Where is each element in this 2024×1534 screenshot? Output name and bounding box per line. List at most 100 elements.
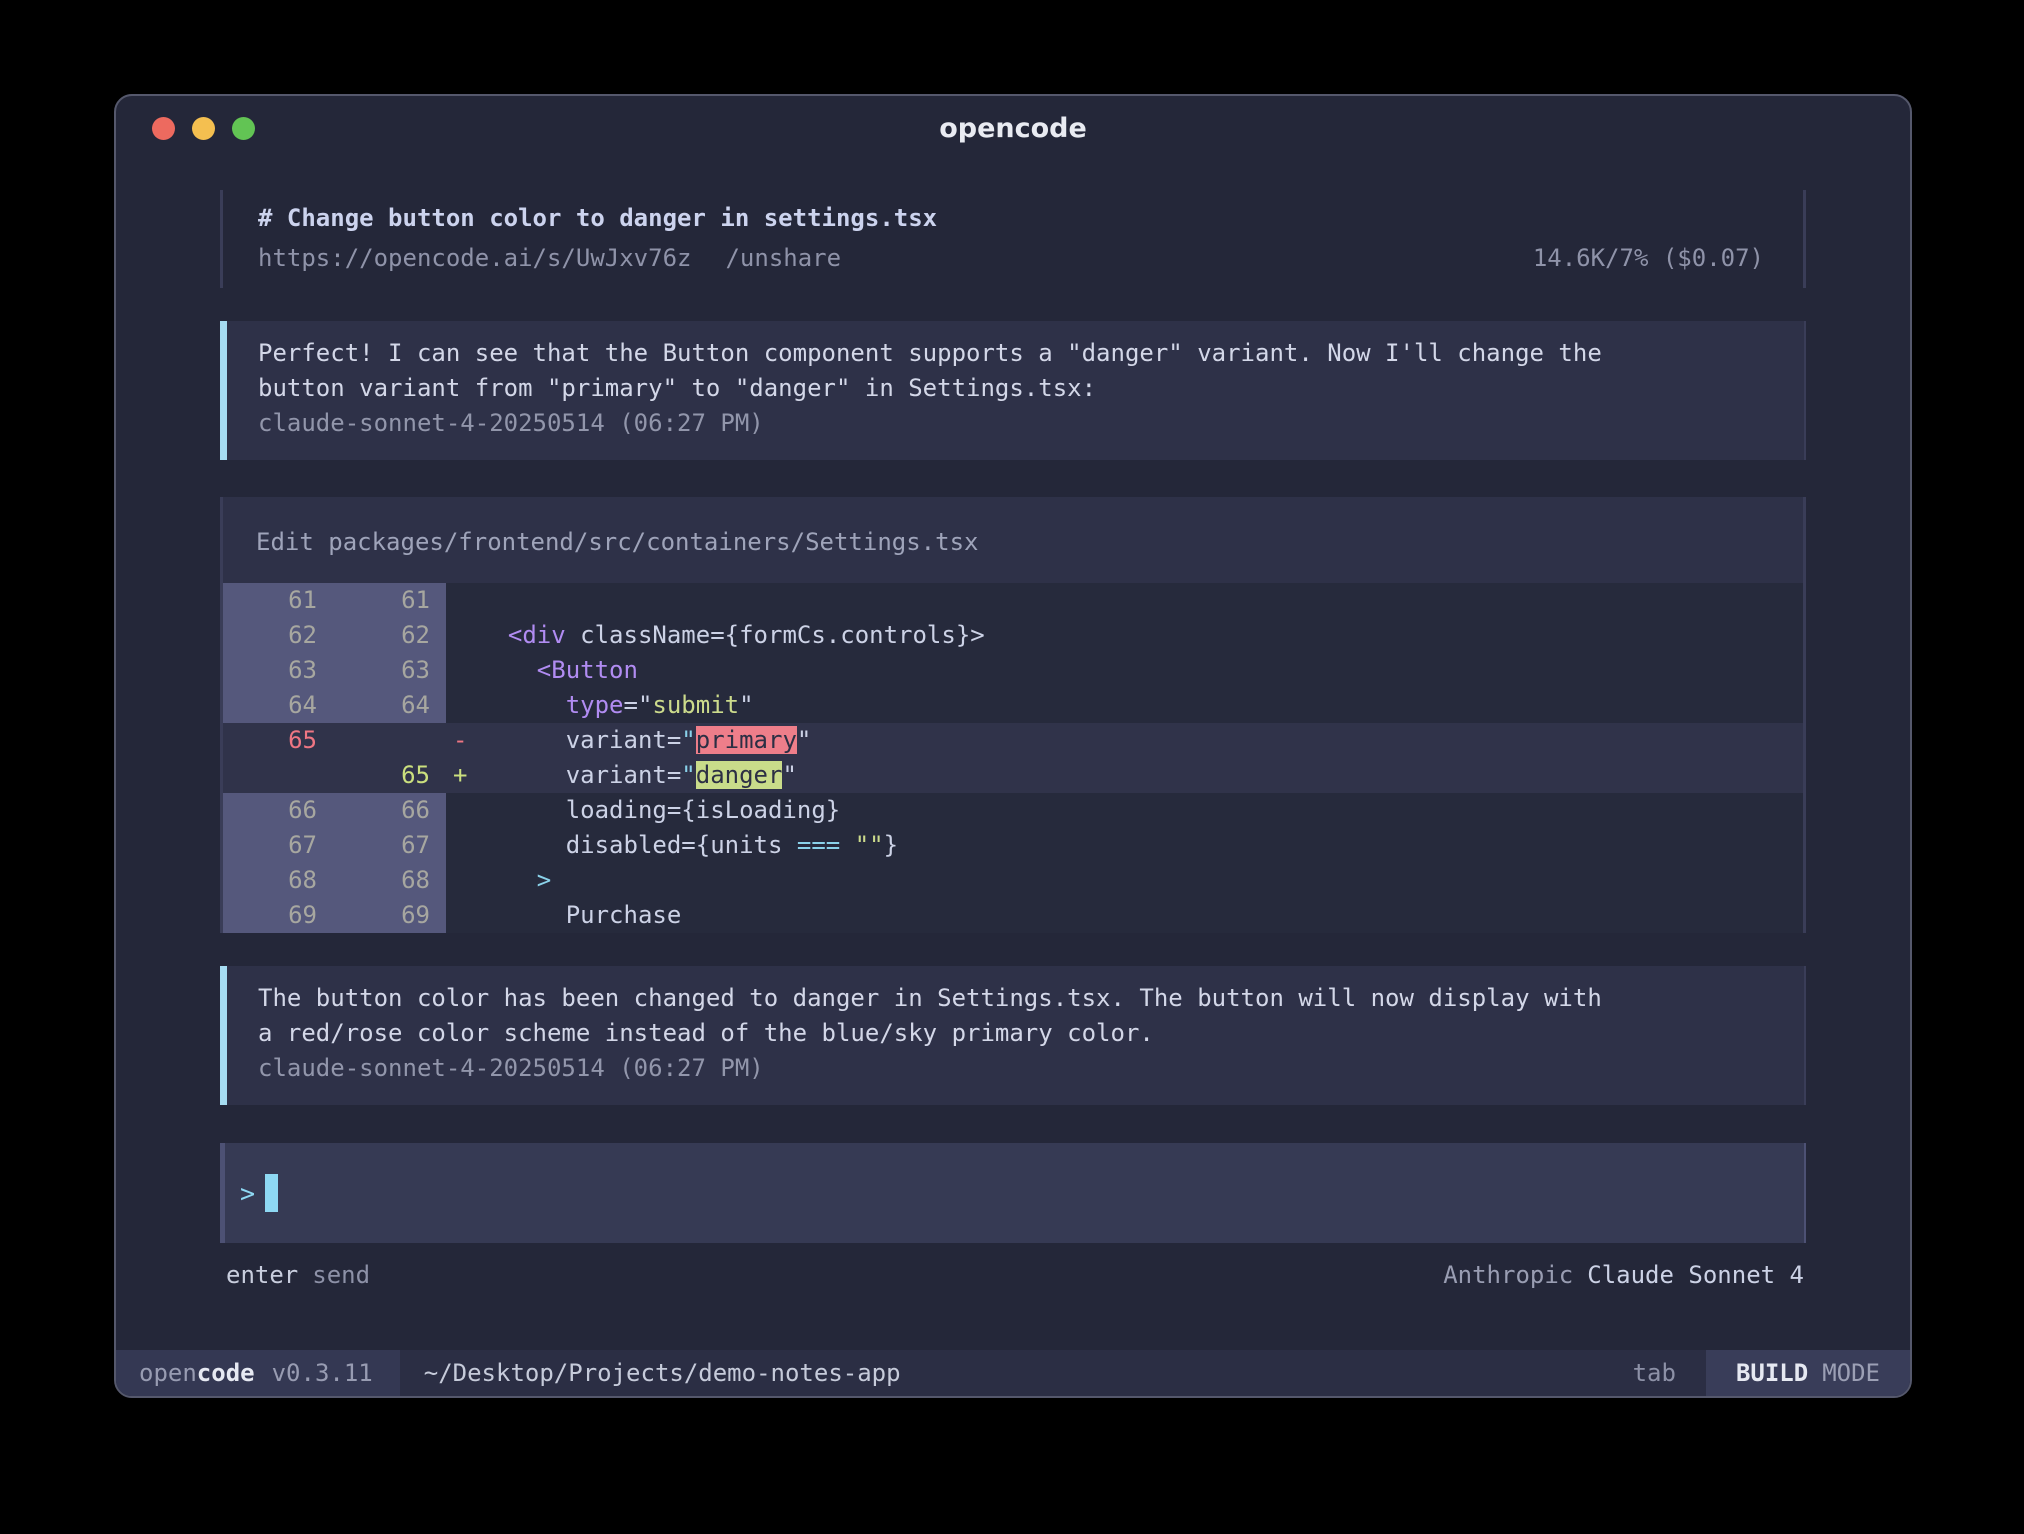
old-line-number: 68	[223, 863, 317, 898]
code-token: primary	[696, 726, 797, 754]
diff-marker	[446, 898, 479, 933]
window-titlebar: opencode	[116, 96, 1910, 158]
diff-row: 6868 >	[223, 863, 1803, 898]
context-usage-meta: 14.6K/7% ($0.07)	[1533, 238, 1764, 278]
assistant-message-text: Perfect! I can see that the Button compo…	[258, 336, 1774, 406]
line-number-gutter: 6161	[223, 583, 446, 618]
diff-row: 6464 type="submit"	[223, 688, 1803, 723]
code-line	[479, 583, 1803, 618]
app-name-light: open	[139, 1359, 197, 1387]
mode-name: BUILD	[1736, 1359, 1808, 1387]
diff-row: 65 + variant="danger"	[223, 758, 1803, 793]
code-token: className={formCs.controls}>	[566, 621, 985, 649]
close-window-button[interactable]	[152, 117, 175, 140]
session-links: https://opencode.ai/s/UwJxv76z/unshare	[258, 238, 841, 278]
code-line: <Button	[479, 653, 1803, 688]
app-name-bold: code	[197, 1359, 255, 1387]
diff-marker	[446, 793, 479, 828]
diff-row: 65 - variant="primary"	[223, 723, 1803, 758]
code-token: "	[681, 726, 695, 754]
mode-toggle-chip[interactable]: BUILD MODE	[1706, 1350, 1910, 1396]
code-token: ="	[624, 691, 653, 719]
code-line: >	[479, 863, 1803, 898]
diff-table: 6161 6262 <div className={formCs.control…	[223, 583, 1803, 933]
code-token: disabled={units	[479, 831, 797, 859]
line-number-gutter: 6363	[223, 653, 446, 688]
old-line-number: 69	[223, 898, 317, 933]
assistant-message-text: The button color has been changed to dan…	[258, 981, 1774, 1051]
terminal-content: # Change button color to danger in setti…	[116, 158, 1910, 1350]
input-hint-row: entersend AnthropicClaude Sonnet 4	[220, 1258, 1806, 1293]
assistant-message-1: Perfect! I can see that the Button compo…	[220, 321, 1806, 460]
diff-row: 6767 disabled={units === ""}	[223, 828, 1803, 863]
diff-row: 6969 Purchase	[223, 898, 1803, 933]
new-line-number: 69	[317, 898, 430, 933]
app-version: v0.3.11	[272, 1359, 373, 1387]
code-line: <div className={formCs.controls}>	[479, 618, 1803, 653]
session-title: # Change button color to danger in setti…	[258, 198, 1768, 238]
assistant-message-model-line: claude-sonnet-4-20250514 (06:27 PM)	[258, 406, 1774, 441]
code-line: variant="danger"	[479, 758, 1803, 793]
new-line-number: 65	[317, 758, 430, 793]
code-token: submit	[652, 691, 739, 719]
code-token: type	[566, 691, 624, 719]
mode-suffix: MODE	[1822, 1359, 1880, 1387]
opencode-window: opencode # Change button color to danger…	[114, 94, 1912, 1398]
code-token	[479, 691, 566, 719]
unshare-command[interactable]: /unshare	[725, 244, 841, 272]
diff-marker	[446, 828, 479, 863]
prompt-symbol: >	[240, 1179, 255, 1208]
model-indicator: Anthropic Claude Sonnet 4	[1443, 1258, 1804, 1293]
line-number-gutter: 65	[223, 723, 446, 758]
model-name: Claude Sonnet 4	[1587, 1261, 1804, 1289]
traffic-lights	[152, 117, 255, 140]
session-subheader: https://opencode.ai/s/UwJxv76z/unshare 1…	[258, 238, 1768, 278]
working-directory: ~/Desktop/Projects/demo-notes-app	[424, 1350, 901, 1396]
line-number-gutter: 6969	[223, 898, 446, 933]
code-token: "	[797, 726, 811, 754]
zoom-window-button[interactable]	[232, 117, 255, 140]
diff-marker	[446, 688, 479, 723]
new-line-number: 66	[317, 793, 430, 828]
diff-row: 6161	[223, 583, 1803, 618]
line-number-gutter: 6262	[223, 618, 446, 653]
diff-row: 6363 <Button	[223, 653, 1803, 688]
code-token: loading={isLoading}	[479, 796, 840, 824]
new-line-number	[317, 723, 430, 758]
code-token: }	[884, 831, 898, 859]
new-line-number: 62	[317, 618, 430, 653]
minimize-window-button[interactable]	[192, 117, 215, 140]
line-number-gutter: 6767	[223, 828, 446, 863]
tab-key-hint: tab	[1633, 1350, 1676, 1396]
old-line-number: 61	[223, 583, 317, 618]
share-url-link[interactable]: https://opencode.ai/s/UwJxv76z	[258, 244, 691, 272]
assistant-message-model-line: claude-sonnet-4-20250514 (06:27 PM)	[258, 1051, 1774, 1086]
line-number-gutter: 6868	[223, 863, 446, 898]
enter-key-hint: enter	[226, 1261, 298, 1289]
diff-marker	[446, 583, 479, 618]
provider-name: Anthropic	[1443, 1261, 1573, 1289]
prompt-input[interactable]: >	[220, 1143, 1806, 1243]
code-token: "	[681, 761, 695, 789]
code-line: type="submit"	[479, 688, 1803, 723]
code-token	[479, 656, 537, 684]
diff-marker	[446, 653, 479, 688]
diff-marker: +	[446, 758, 479, 793]
old-line-number: 65	[223, 723, 317, 758]
diff-marker: -	[446, 723, 479, 758]
diff-row: 6262 <div className={formCs.controls}>	[223, 618, 1803, 653]
code-token: "	[782, 761, 796, 789]
line-number-gutter: 6666	[223, 793, 446, 828]
old-line-number: 66	[223, 793, 317, 828]
code-line: variant="primary"	[479, 723, 1803, 758]
status-bar: opencode v0.3.11 ~/Desktop/Projects/demo-…	[116, 1350, 1910, 1396]
text-cursor	[265, 1174, 278, 1212]
code-token: >	[537, 866, 551, 894]
line-number-gutter: 65	[223, 758, 446, 793]
statusbar-spacer	[901, 1350, 1633, 1396]
edit-file-path: Edit packages/frontend/src/containers/Se…	[223, 497, 1803, 583]
old-line-number: 63	[223, 653, 317, 688]
code-token: variant=	[479, 761, 681, 789]
line-number-gutter: 6464	[223, 688, 446, 723]
new-line-number: 67	[317, 828, 430, 863]
